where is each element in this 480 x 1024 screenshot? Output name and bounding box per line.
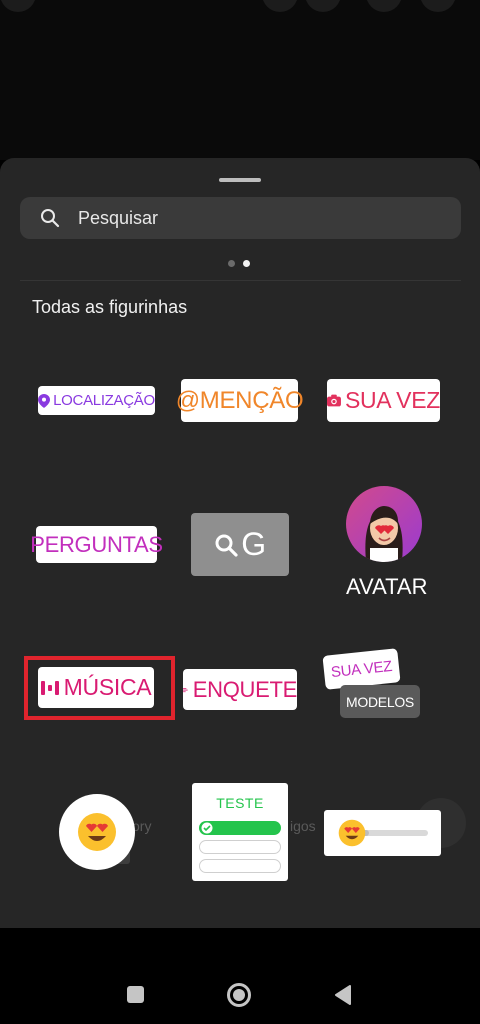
top-control-icon[interactable]: [262, 0, 298, 12]
emoji-reaction-sticker[interactable]: [59, 794, 135, 870]
page-dot-2-active: [243, 260, 250, 267]
heart-eyes-emoji-icon: [338, 819, 366, 847]
questions-sticker[interactable]: PERGUNTAS: [30, 526, 163, 563]
page-dot-1: [228, 260, 235, 267]
gif-label: G: [241, 526, 266, 562]
slider-track: [362, 830, 428, 836]
mention-label: @MENÇÃO: [175, 386, 304, 414]
quiz-correct-option: [199, 821, 281, 835]
avatar-sticker[interactable]: [346, 486, 422, 562]
system-navigation-bar: [0, 928, 480, 1024]
top-control-icon[interactable]: [0, 0, 36, 12]
quiz-option: [199, 840, 281, 854]
emoji-slider-sticker[interactable]: [324, 810, 441, 856]
top-control-icon[interactable]: [420, 0, 456, 12]
background-label: igos: [290, 818, 316, 834]
sticker-tray: Pesquisar Todas as figurinhas LOCALIZAÇÃ…: [0, 158, 480, 928]
templates-top-label: SUA VEZ: [330, 657, 393, 681]
search-icon: [41, 209, 60, 228]
check-icon: [201, 822, 213, 834]
poll-label: ENQUETE: [192, 676, 298, 702]
avatar-label: AVATAR: [346, 574, 428, 599]
templates-bottom-label: MODELOS: [346, 693, 414, 710]
questions-label: PERGUNTAS: [30, 531, 163, 557]
gif-sticker[interactable]: G: [191, 513, 289, 576]
poll-sticker[interactable]: ENQUETE: [183, 669, 297, 710]
music-label: MÚSICA: [63, 674, 152, 700]
camera-background: [0, 0, 480, 160]
location-pin-icon: [38, 393, 51, 408]
camera-icon: [327, 394, 341, 407]
mention-sticker[interactable]: @MENÇÃO: [176, 379, 304, 422]
music-sticker[interactable]: MÚSICA: [38, 667, 154, 708]
top-control-icon[interactable]: [366, 0, 402, 12]
your-turn-sticker[interactable]: SUA VEZ: [327, 379, 440, 422]
music-bars-icon: [40, 680, 59, 695]
your-turn-label: SUA VEZ: [344, 387, 440, 413]
templates-your-turn-card: SUA VEZ: [322, 648, 401, 690]
divider: [20, 280, 461, 281]
quiz-option: [199, 859, 281, 873]
avatar-image: [346, 486, 422, 562]
quiz-title: TESTE: [216, 795, 264, 811]
search-input[interactable]: Pesquisar: [78, 208, 158, 229]
back-button[interactable]: [334, 985, 352, 1005]
location-sticker[interactable]: LOCALIZAÇÃO: [38, 386, 155, 415]
poll-lines-icon: [183, 687, 188, 692]
templates-models-card: MODELOS: [340, 685, 420, 718]
location-label: LOCALIZAÇÃO: [53, 392, 155, 409]
search-icon: [215, 534, 238, 557]
home-button[interactable]: [227, 983, 251, 1007]
search-bar[interactable]: Pesquisar: [20, 197, 461, 239]
heart-eyes-emoji-icon: [78, 813, 116, 851]
quiz-sticker[interactable]: TESTE: [192, 783, 288, 881]
top-control-icon[interactable]: [305, 0, 341, 12]
drag-handle[interactable]: [219, 178, 261, 182]
section-title: Todas as figurinhas: [32, 297, 188, 317]
recents-button[interactable]: [127, 986, 144, 1003]
